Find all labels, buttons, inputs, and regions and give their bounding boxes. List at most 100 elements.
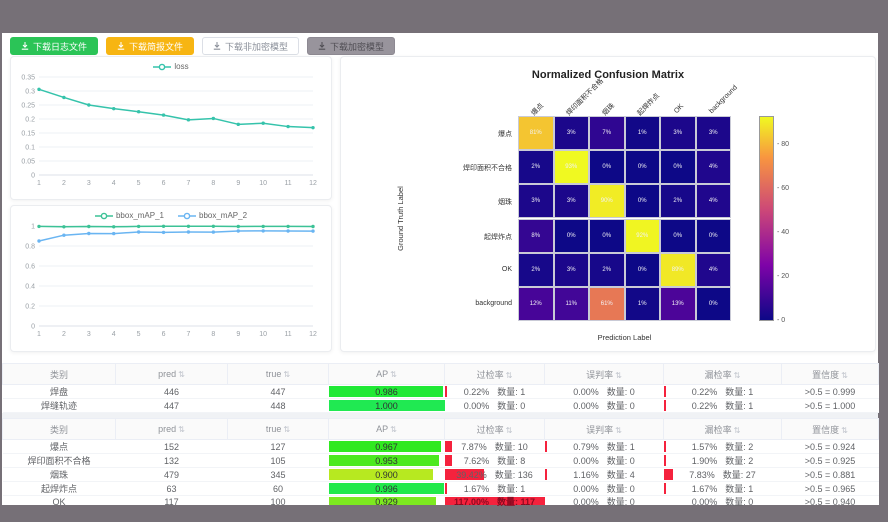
svg-text:7: 7 — [187, 180, 191, 187]
sort-icon[interactable]: ⇅ — [734, 371, 741, 380]
sort-icon[interactable]: ⇅ — [506, 426, 513, 435]
rate-quantity: 数量: 2 — [725, 455, 753, 467]
table-row: 焊印面积不合格1321050.9537.62%数量: 80.00%数量: 01.… — [3, 454, 879, 468]
confidence-cell: >0.5 = 0.999 — [782, 385, 879, 399]
sort-icon[interactable]: ⇅ — [390, 370, 397, 379]
matrix-cell: 2% — [518, 150, 554, 184]
ap-cell: 0.986 — [329, 385, 445, 399]
matrix-cell: 0% — [589, 219, 625, 253]
ap-cell: 0.929 — [329, 496, 445, 509]
ap-value: 0.900 — [329, 469, 445, 481]
download-icon — [318, 42, 326, 50]
rate-value: 117.00%数量: 117 — [445, 496, 545, 508]
column-header-label: 类别 — [50, 370, 68, 380]
column-header-label: AP — [376, 369, 388, 379]
colorbar-tick: - 80 — [777, 141, 789, 148]
matrix-cell: 0% — [696, 287, 732, 321]
mis-judge-cell: 0.00%数量: 0 — [545, 482, 664, 496]
chart-legend: bbox_mAP_1 bbox_mAP_2 — [11, 206, 331, 220]
class-name: 爆点 — [3, 440, 116, 454]
sort-icon[interactable]: ⇅ — [506, 371, 513, 380]
column-header-true: true⇅ — [228, 419, 329, 440]
column-header-漏检率: 漏检率⇅ — [664, 419, 782, 440]
confusion-matrix-title: Normalized Confusion Matrix — [341, 69, 875, 81]
column-header-过检率: 过检率⇅ — [445, 364, 545, 385]
sort-icon[interactable]: ⇅ — [841, 426, 848, 435]
sort-icon[interactable]: ⇅ — [283, 370, 290, 379]
svg-text:1: 1 — [37, 331, 41, 338]
matrix-row-label: 起焊炸点 — [426, 232, 512, 242]
sort-icon[interactable]: ⇅ — [615, 426, 622, 435]
matrix-cell: 3% — [518, 184, 554, 218]
mis-judge-cell: 0.00%数量: 0 — [545, 496, 664, 509]
legend-item-loss[interactable]: loss — [153, 62, 188, 71]
true-value: 60 — [228, 482, 329, 496]
rate-value: 1.57%数量: 2 — [664, 441, 782, 453]
rate-quantity: 数量: 1 — [497, 386, 525, 398]
download-log-button[interactable]: 下载日志文件 — [10, 37, 98, 55]
sort-icon[interactable]: ⇅ — [390, 425, 397, 434]
download-brief-button[interactable]: 下载简报文件 — [106, 37, 194, 55]
svg-text:5: 5 — [137, 331, 141, 338]
svg-text:0.2: 0.2 — [25, 304, 35, 311]
column-header-label: 误判率 — [586, 370, 613, 380]
rate-percent: 7.87% — [461, 441, 487, 453]
rate-value: 1.67%数量: 1 — [664, 483, 782, 495]
matrix-colorbar — [759, 116, 774, 321]
legend-item-bbox_mAP_1[interactable]: bbox_mAP_1 — [95, 211, 164, 220]
sort-icon[interactable]: ⇅ — [841, 371, 848, 380]
miss-detect-cell: 1.90%数量: 2 — [664, 454, 782, 468]
matrix-x-axis-label: Prediction Label — [518, 333, 731, 342]
svg-text:0: 0 — [31, 173, 35, 180]
svg-text:9: 9 — [236, 331, 240, 338]
sort-icon[interactable]: ⇅ — [615, 371, 622, 380]
svg-text:10: 10 — [259, 331, 267, 338]
matrix-cell: 8% — [518, 219, 554, 253]
ap-value: 0.967 — [329, 441, 445, 453]
column-header-label: true — [266, 424, 282, 434]
sort-icon[interactable]: ⇅ — [178, 425, 185, 434]
ap-cell: 1.000 — [329, 399, 445, 413]
column-header-置信度: 置信度⇅ — [782, 364, 879, 385]
legend-item-bbox_mAP_2[interactable]: bbox_mAP_2 — [178, 211, 247, 220]
rate-quantity: 数量: 1 — [725, 400, 753, 412]
svg-text:5: 5 — [137, 180, 141, 187]
sort-icon[interactable]: ⇅ — [283, 425, 290, 434]
column-header-AP: AP⇅ — [329, 364, 445, 385]
miss-detect-cell: 0.22%数量: 1 — [664, 399, 782, 413]
class-name: 焊印面积不合格 — [3, 454, 116, 468]
rate-value: 7.87%数量: 10 — [445, 441, 545, 453]
matrix-cell: 2% — [660, 184, 696, 218]
rate-value: 0.22%数量: 1 — [664, 400, 782, 412]
column-header-label: 置信度 — [812, 425, 839, 435]
sort-icon[interactable]: ⇅ — [178, 370, 185, 379]
column-header-pred: pred⇅ — [116, 364, 228, 385]
ap-value: 0.929 — [329, 496, 445, 508]
column-header-label: 过检率 — [477, 370, 504, 380]
download-plain-model-button-label: 下载非加密模型 — [225, 40, 288, 53]
true-value: 127 — [228, 440, 329, 454]
svg-text:11: 11 — [284, 180, 291, 187]
matrix-cell: 93% — [554, 150, 590, 184]
matrix-cell: 3% — [554, 116, 590, 150]
true-value: 345 — [228, 468, 329, 482]
rate-value: 1.67%数量: 1 — [445, 483, 545, 495]
column-header-AP: AP⇅ — [329, 419, 445, 440]
matrix-cell: 92% — [625, 219, 661, 253]
loss-plot: 00.050.10.150.20.250.30.3512345678910111… — [11, 71, 325, 189]
ap-value: 0.986 — [329, 386, 445, 398]
rate-quantity: 数量: 1 — [725, 386, 753, 398]
colorbar-tick: - 20 — [777, 273, 789, 280]
svg-text:2: 2 — [62, 331, 66, 338]
svg-text:0.3: 0.3 — [25, 89, 35, 96]
rate-value: 7.62%数量: 8 — [445, 455, 545, 467]
matrix-cell: 7% — [589, 116, 625, 150]
svg-text:2: 2 — [62, 180, 66, 187]
download-encrypted-model-button[interactable]: 下载加密模型 — [307, 37, 395, 55]
rate-value: 0.00%数量: 0 — [545, 386, 664, 398]
pred-value: 63 — [116, 482, 228, 496]
sort-icon[interactable]: ⇅ — [734, 426, 741, 435]
download-plain-model-button[interactable]: 下载非加密模型 — [202, 37, 299, 55]
chart-legend: loss — [11, 57, 331, 71]
confusion-matrix-card: Normalized Confusion Matrix 81%3%7%1%3%3… — [340, 56, 876, 352]
